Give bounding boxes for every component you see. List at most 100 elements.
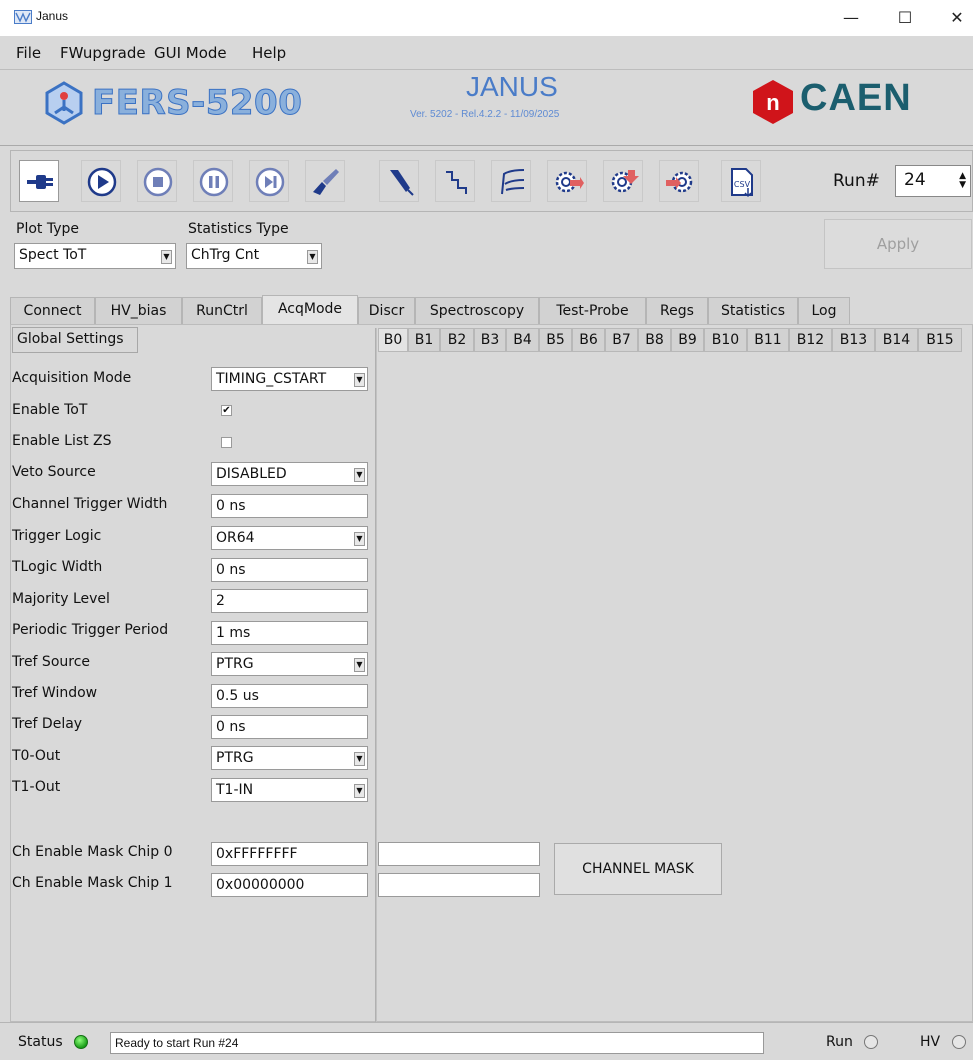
tref-window-value: 0.5 us bbox=[216, 688, 259, 704]
panel-splitter[interactable] bbox=[375, 328, 377, 1022]
run-number-input[interactable]: 24 ▲ ▼ bbox=[895, 165, 971, 197]
brand-name: CAEN bbox=[800, 77, 912, 119]
tab-runctrl[interactable]: RunCtrl bbox=[182, 297, 262, 324]
run-led-icon bbox=[864, 1035, 878, 1049]
tab-test-probe[interactable]: Test-Probe bbox=[539, 297, 646, 324]
step-button[interactable] bbox=[249, 160, 289, 202]
tref-window-input[interactable]: 0.5 us bbox=[211, 684, 368, 708]
run-number-spinner[interactable]: ▲ ▼ bbox=[959, 172, 966, 190]
tab-log[interactable]: Log bbox=[798, 297, 850, 324]
veto-source-value: DISABLED bbox=[216, 466, 287, 482]
svg-text:CSV: CSV bbox=[734, 180, 751, 189]
tab-discr[interactable]: Discr bbox=[358, 297, 415, 324]
tab-board-b12[interactable]: B12 bbox=[789, 328, 832, 352]
tref-delay-value: 0 ns bbox=[216, 719, 246, 735]
chevron-down-icon: ▼ bbox=[354, 373, 365, 387]
trigger-logic-label: Trigger Logic bbox=[12, 528, 102, 544]
t1-out-select[interactable]: T1-IN ▼ bbox=[211, 778, 368, 802]
minimize-button[interactable]: — bbox=[836, 6, 866, 30]
step-signal-button[interactable] bbox=[435, 160, 475, 202]
tab-board-b9[interactable]: B9 bbox=[671, 328, 704, 352]
menu-gui-mode[interactable]: GUI Mode bbox=[154, 44, 227, 62]
tref-source-select[interactable]: PTRG ▼ bbox=[211, 652, 368, 676]
enable-tot-checkbox[interactable]: ✔ bbox=[221, 405, 232, 416]
start-button[interactable] bbox=[81, 160, 121, 202]
probe-button[interactable] bbox=[379, 160, 419, 202]
connect-button[interactable] bbox=[19, 160, 59, 202]
tref-delay-input[interactable]: 0 ns bbox=[211, 715, 368, 739]
menu-file[interactable]: File bbox=[16, 44, 41, 62]
tab-spectroscopy[interactable]: Spectroscopy bbox=[415, 297, 539, 324]
plot-type-select[interactable]: Spect ToT ▼ bbox=[14, 243, 176, 269]
config-upload-button[interactable] bbox=[603, 160, 643, 202]
tab-board-b13[interactable]: B13 bbox=[832, 328, 875, 352]
maximize-button[interactable]: ☐ bbox=[890, 6, 920, 30]
tab-board-b3[interactable]: B3 bbox=[474, 328, 506, 352]
tab-board-b10[interactable]: B10 bbox=[704, 328, 747, 352]
menu-bar: File FWupgrade GUI Mode Help bbox=[0, 36, 973, 70]
waveform-icon bbox=[501, 169, 525, 195]
tab-board-b0[interactable]: B0 bbox=[378, 328, 408, 352]
pause-button[interactable] bbox=[193, 160, 233, 202]
mask-chip1-value: 0x00000000 bbox=[216, 877, 305, 893]
config-save-button[interactable] bbox=[547, 160, 587, 202]
periodic-trigger-period-input[interactable]: 1 ms bbox=[211, 621, 368, 645]
close-button[interactable]: ✕ bbox=[942, 6, 972, 30]
plot-type-label: Plot Type bbox=[16, 221, 79, 237]
mask-chip1-input[interactable]: 0x00000000 bbox=[211, 873, 368, 897]
tlogic-width-label: TLogic Width bbox=[12, 559, 103, 575]
trigger-logic-select[interactable]: OR64 ▼ bbox=[211, 526, 368, 550]
menu-help[interactable]: Help bbox=[252, 44, 286, 62]
tab-board-b6[interactable]: B6 bbox=[572, 328, 605, 352]
export-csv-button[interactable]: CSV bbox=[721, 160, 761, 202]
mask-chip1-extra-input[interactable] bbox=[378, 873, 540, 897]
channel-trigger-width-value: 0 ns bbox=[216, 498, 246, 514]
tab-board-b2[interactable]: B2 bbox=[440, 328, 474, 352]
tab-regs[interactable]: Regs bbox=[646, 297, 708, 324]
veto-source-select[interactable]: DISABLED ▼ bbox=[211, 462, 368, 486]
veto-source-label: Veto Source bbox=[12, 464, 96, 480]
global-settings-tab[interactable]: Global Settings bbox=[12, 327, 138, 353]
enable-list-zs-checkbox[interactable] bbox=[221, 437, 232, 448]
plot-type-value: Spect ToT bbox=[19, 247, 87, 263]
channel-trigger-width-input[interactable]: 0 ns bbox=[211, 494, 368, 518]
tref-delay-label: Tref Delay bbox=[12, 716, 83, 732]
tab-board-b11[interactable]: B11 bbox=[747, 328, 789, 352]
tab-statistics[interactable]: Statistics bbox=[708, 297, 798, 324]
apply-button[interactable]: Apply bbox=[824, 219, 972, 269]
tlogic-width-value: 0 ns bbox=[216, 562, 246, 578]
t0-out-select[interactable]: PTRG ▼ bbox=[211, 746, 368, 770]
acquisition-mode-select[interactable]: TIMING_CSTART ▼ bbox=[211, 367, 368, 391]
tab-board-b14[interactable]: B14 bbox=[875, 328, 918, 352]
statistics-type-select[interactable]: ChTrg Cnt ▼ bbox=[186, 243, 322, 269]
waveform-button[interactable] bbox=[491, 160, 531, 202]
channel-mask-button[interactable]: CHANNEL MASK bbox=[554, 843, 722, 895]
pause-icon bbox=[199, 167, 229, 197]
chevron-down-icon: ▼ bbox=[354, 784, 365, 798]
periodic-trigger-period-label: Periodic Trigger Period bbox=[12, 622, 169, 638]
tab-board-b15[interactable]: B15 bbox=[918, 328, 962, 352]
enable-tot-label: Enable ToT bbox=[12, 402, 88, 418]
menu-fwupgrade[interactable]: FWupgrade bbox=[60, 44, 146, 62]
app-version: Ver. 5202 - Rel.4.2.2 - 11/09/2025 bbox=[410, 109, 560, 120]
clear-button[interactable] bbox=[305, 160, 345, 202]
tab-hv-bias[interactable]: HV_bias bbox=[95, 297, 182, 324]
config-load-button[interactable] bbox=[659, 160, 699, 202]
acquisition-mode-value: TIMING_CSTART bbox=[216, 371, 327, 387]
periodic-trigger-period-value: 1 ms bbox=[216, 625, 251, 641]
tab-board-b7[interactable]: B7 bbox=[605, 328, 638, 352]
tab-board-b4[interactable]: B4 bbox=[506, 328, 539, 352]
stop-button[interactable] bbox=[137, 160, 177, 202]
tlogic-width-input[interactable]: 0 ns bbox=[211, 558, 368, 582]
tab-acqmode[interactable]: AcqMode bbox=[262, 295, 358, 325]
mask-chip0-extra-input[interactable] bbox=[378, 842, 540, 866]
mask-chip0-input[interactable]: 0xFFFFFFFF bbox=[211, 842, 368, 866]
tab-board-b8[interactable]: B8 bbox=[638, 328, 671, 352]
tab-connect[interactable]: Connect bbox=[10, 297, 95, 324]
tab-board-b5[interactable]: B5 bbox=[539, 328, 572, 352]
tab-board-b1[interactable]: B1 bbox=[408, 328, 440, 352]
majority-level-input[interactable]: 2 bbox=[211, 589, 368, 613]
mask-chip0-label: Ch Enable Mask Chip 0 bbox=[12, 844, 173, 860]
connect-icon bbox=[27, 175, 53, 189]
enable-list-zs-label: Enable List ZS bbox=[12, 433, 112, 449]
